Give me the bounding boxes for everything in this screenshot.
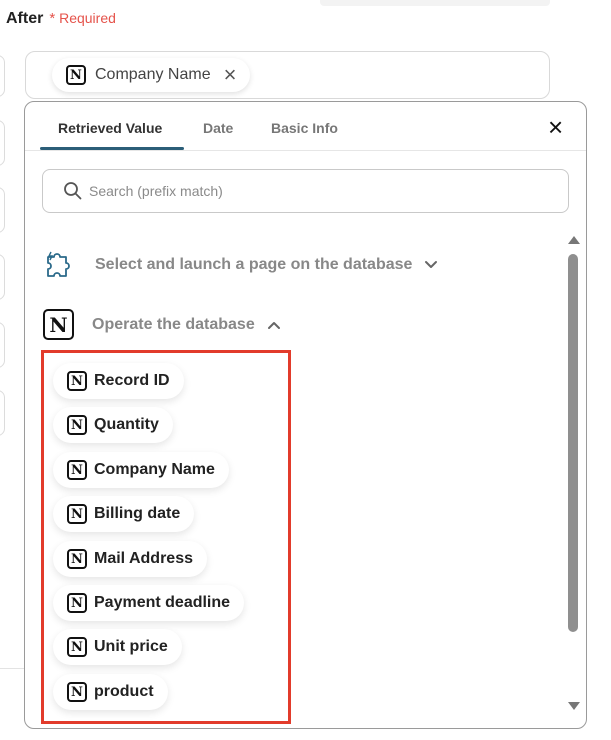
active-tab-indicator [40, 147, 184, 150]
left-field-stub [0, 254, 5, 300]
notion-icon: N [43, 309, 74, 340]
notion-icon: N [66, 65, 86, 85]
tab-date[interactable]: Date [203, 120, 233, 136]
scroll-up-arrow[interactable] [568, 236, 580, 244]
required-label: Required [59, 10, 116, 26]
value-picker-dropdown: Retrieved Value Date Basic Info × Select… [24, 101, 587, 729]
required-indicator: * Required [49, 10, 116, 27]
top-field-edge [320, 0, 550, 6]
section-label: Select and launch a page on the database [95, 256, 413, 273]
scrollbar[interactable] [565, 236, 581, 712]
scroll-thumb[interactable] [568, 254, 578, 632]
divider [0, 668, 24, 669]
required-star: * [49, 10, 56, 27]
tab-bar: Retrieved Value Date Basic Info × [25, 102, 586, 151]
remove-chip-button[interactable]: × [224, 64, 237, 86]
left-field-stub [0, 322, 5, 368]
tab-basic-info[interactable]: Basic Info [271, 120, 338, 136]
section-operate-database[interactable]: N Operate the database [43, 309, 281, 340]
left-field-stub [0, 187, 5, 233]
highlight-box [41, 350, 291, 724]
selected-value-chip: N Company Name × [52, 58, 251, 92]
search-input[interactable] [89, 183, 529, 199]
section-select-and-launch[interactable]: Select and launch a page on the database [43, 248, 438, 282]
chevron-down-icon [425, 261, 438, 268]
scroll-down-arrow[interactable] [568, 702, 580, 710]
chip-label: Company Name [95, 66, 211, 83]
field-header: After * Required [6, 10, 116, 28]
section-label: Operate the database [92, 315, 255, 333]
puzzle-icon [47, 251, 70, 277]
tab-retrieved-value[interactable]: Retrieved Value [58, 120, 162, 136]
search-box[interactable] [42, 169, 569, 213]
left-field-stub [0, 390, 5, 436]
left-field-stub [0, 55, 5, 97]
chevron-up-icon [267, 321, 280, 329]
left-field-stub [0, 120, 5, 166]
field-title: After [6, 10, 44, 27]
search-icon [64, 182, 82, 200]
close-button[interactable]: × [548, 114, 563, 140]
